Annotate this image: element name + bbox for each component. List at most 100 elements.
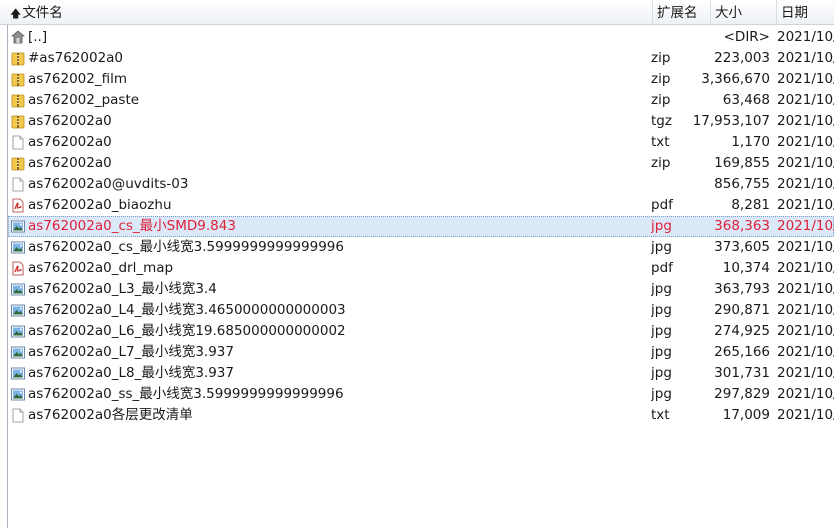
file-date: 2021/10/ [777,111,834,132]
file-row[interactable]: as762002a0@uvdits-03 856,755 2021/10/ [8,174,834,195]
file-size: 856,755 [688,174,770,195]
file-date: 2021/10/ [777,174,834,195]
column-header-ext[interactable]: 扩展名 [653,0,711,25]
pdf-file-icon [11,258,27,279]
column-header-size-label: 大小 [715,5,742,21]
file-name: as762002a0_biaozhu [28,195,653,216]
left-pane-edge [0,25,8,528]
file-size: 8,281 [688,195,770,216]
file-name: as762002a0 [28,153,653,174]
file-name: as762002_paste [28,90,653,111]
file-name: as762002a0_drl_map [28,258,653,279]
file-row[interactable]: as762002a0 txt 1,170 2021/10/ [8,132,834,153]
file-name: as762002a0_cs_最小SMD9.843 [28,216,653,237]
image-file-icon [11,363,27,384]
sort-ascending-icon: 🡅 [10,7,21,20]
file-size: 10,374 [688,258,770,279]
file-date: 2021/10/ [777,321,834,342]
file-size: 1,170 [688,132,770,153]
image-file-icon [11,279,27,300]
file-date: 2021/10/ [777,48,834,69]
column-header-ext-label: 扩展名 [657,5,698,21]
image-file-icon [11,384,27,405]
file-name: as762002a0 [28,132,653,153]
column-header-name[interactable]: 🡅文件名 [8,0,653,25]
text-file-icon [11,174,27,195]
file-row[interactable]: as762002_paste zip 63,468 2021/10/ [8,90,834,111]
text-file-icon [11,405,27,426]
image-file-icon [11,216,27,237]
file-size: 169,855 [688,153,770,174]
up-folder-icon [11,27,27,48]
file-size: 17,953,107 [688,111,770,132]
file-size: 368,363 [688,216,770,237]
file-size: 265,166 [688,342,770,363]
file-row[interactable]: as762002a0_ss_最小线宽3.5999999999999996 jpg… [8,384,834,405]
file-name: as762002a0各层更改清单 [28,405,653,426]
file-row[interactable]: as762002_film zip 3,366,670 2021/10/ [8,69,834,90]
file-row[interactable]: as762002a0_L3_最小线宽3.4 jpg 363,793 2021/1… [8,279,834,300]
file-size: 63,468 [688,90,770,111]
file-name: as762002a0_L6_最小线宽19.685000000000002 [28,321,653,342]
file-row[interactable]: as762002a0_cs_最小线宽3.5999999999999996 jpg… [8,237,834,258]
file-row[interactable]: [..] <DIR> 2021/10/ [8,27,834,48]
file-date: 2021/10/ [777,300,834,321]
zip-archive-icon [11,153,27,174]
file-row[interactable]: as762002a0_biaozhu pdf 8,281 2021/10/ [8,195,834,216]
zip-archive-icon [11,48,27,69]
file-row[interactable]: as762002a0_L6_最小线宽19.685000000000002 jpg… [8,321,834,342]
column-header-date-label: 日期 [781,5,808,21]
file-date: 2021/10/ [777,342,834,363]
file-date: 2021/10/ [777,258,834,279]
file-size: 17,009 [688,405,770,426]
file-row[interactable]: as762002a0各层更改清单 txt 17,009 2021/10/ [8,405,834,426]
file-date: 2021/10/ [777,153,834,174]
zip-archive-icon [11,69,27,90]
file-date: 2021/10/ [777,279,834,300]
file-size: 290,871 [688,300,770,321]
file-row[interactable]: as762002a0_L4_最小线宽3.4650000000000003 jpg… [8,300,834,321]
file-date: 2021/10/ [777,27,834,48]
file-name: as762002a0_L3_最小线宽3.4 [28,279,653,300]
file-row[interactable]: as762002a0_L7_最小线宽3.937 jpg 265,166 2021… [8,342,834,363]
file-date: 2021/10/ [777,363,834,384]
file-name: as762002a0 [28,111,653,132]
file-row[interactable]: as762002a0 tgz 17,953,107 2021/10/ [8,111,834,132]
image-file-icon [11,321,27,342]
file-date: 2021/10/ [777,195,834,216]
file-name: as762002a0_L4_最小线宽3.4650000000000003 [28,300,653,321]
file-name: as762002a0_L8_最小线宽3.937 [28,363,653,384]
file-row[interactable]: as762002a0_cs_最小SMD9.843 jpg 368,363 202… [8,216,834,237]
file-name: as762002a0_L7_最小线宽3.937 [28,342,653,363]
file-date: 2021/10/ [777,69,834,90]
pdf-file-icon [11,195,27,216]
file-size: 363,793 [688,279,770,300]
image-file-icon [11,237,27,258]
file-name: as762002a0_ss_最小线宽3.5999999999999996 [28,384,653,405]
image-file-icon [11,342,27,363]
column-header-bar: 🡅文件名 扩展名 大小 日期 [0,0,834,25]
file-row[interactable]: as762002a0_L8_最小线宽3.937 jpg 301,731 2021… [8,363,834,384]
file-row[interactable]: #as762002a0 zip 223,003 2021/10/ [8,48,834,69]
file-size: 223,003 [688,48,770,69]
file-list: [..] <DIR> 2021/10/ #as762002a0 zip 223,… [8,27,834,426]
zip-archive-icon [11,111,27,132]
file-date: 2021/10/ [777,132,834,153]
file-name: as762002a0_cs_最小线宽3.5999999999999996 [28,237,653,258]
file-size: 3,366,670 [688,69,770,90]
file-date: 2021/10/ [777,237,834,258]
column-header-date[interactable]: 日期 [777,0,834,25]
file-size: <DIR> [688,27,770,48]
file-row[interactable]: as762002a0_drl_map pdf 10,374 2021/10/ [8,258,834,279]
file-row[interactable]: as762002a0 zip 169,855 2021/10/ [8,153,834,174]
file-name: as762002_film [28,69,653,90]
text-file-icon [11,132,27,153]
file-size: 297,829 [688,384,770,405]
file-size: 301,731 [688,363,770,384]
zip-archive-icon [11,90,27,111]
image-file-icon [11,300,27,321]
file-size: 373,605 [688,237,770,258]
file-name: [..] [28,27,653,48]
file-date: 2021/10/ [777,216,834,237]
column-header-size[interactable]: 大小 [711,0,777,25]
